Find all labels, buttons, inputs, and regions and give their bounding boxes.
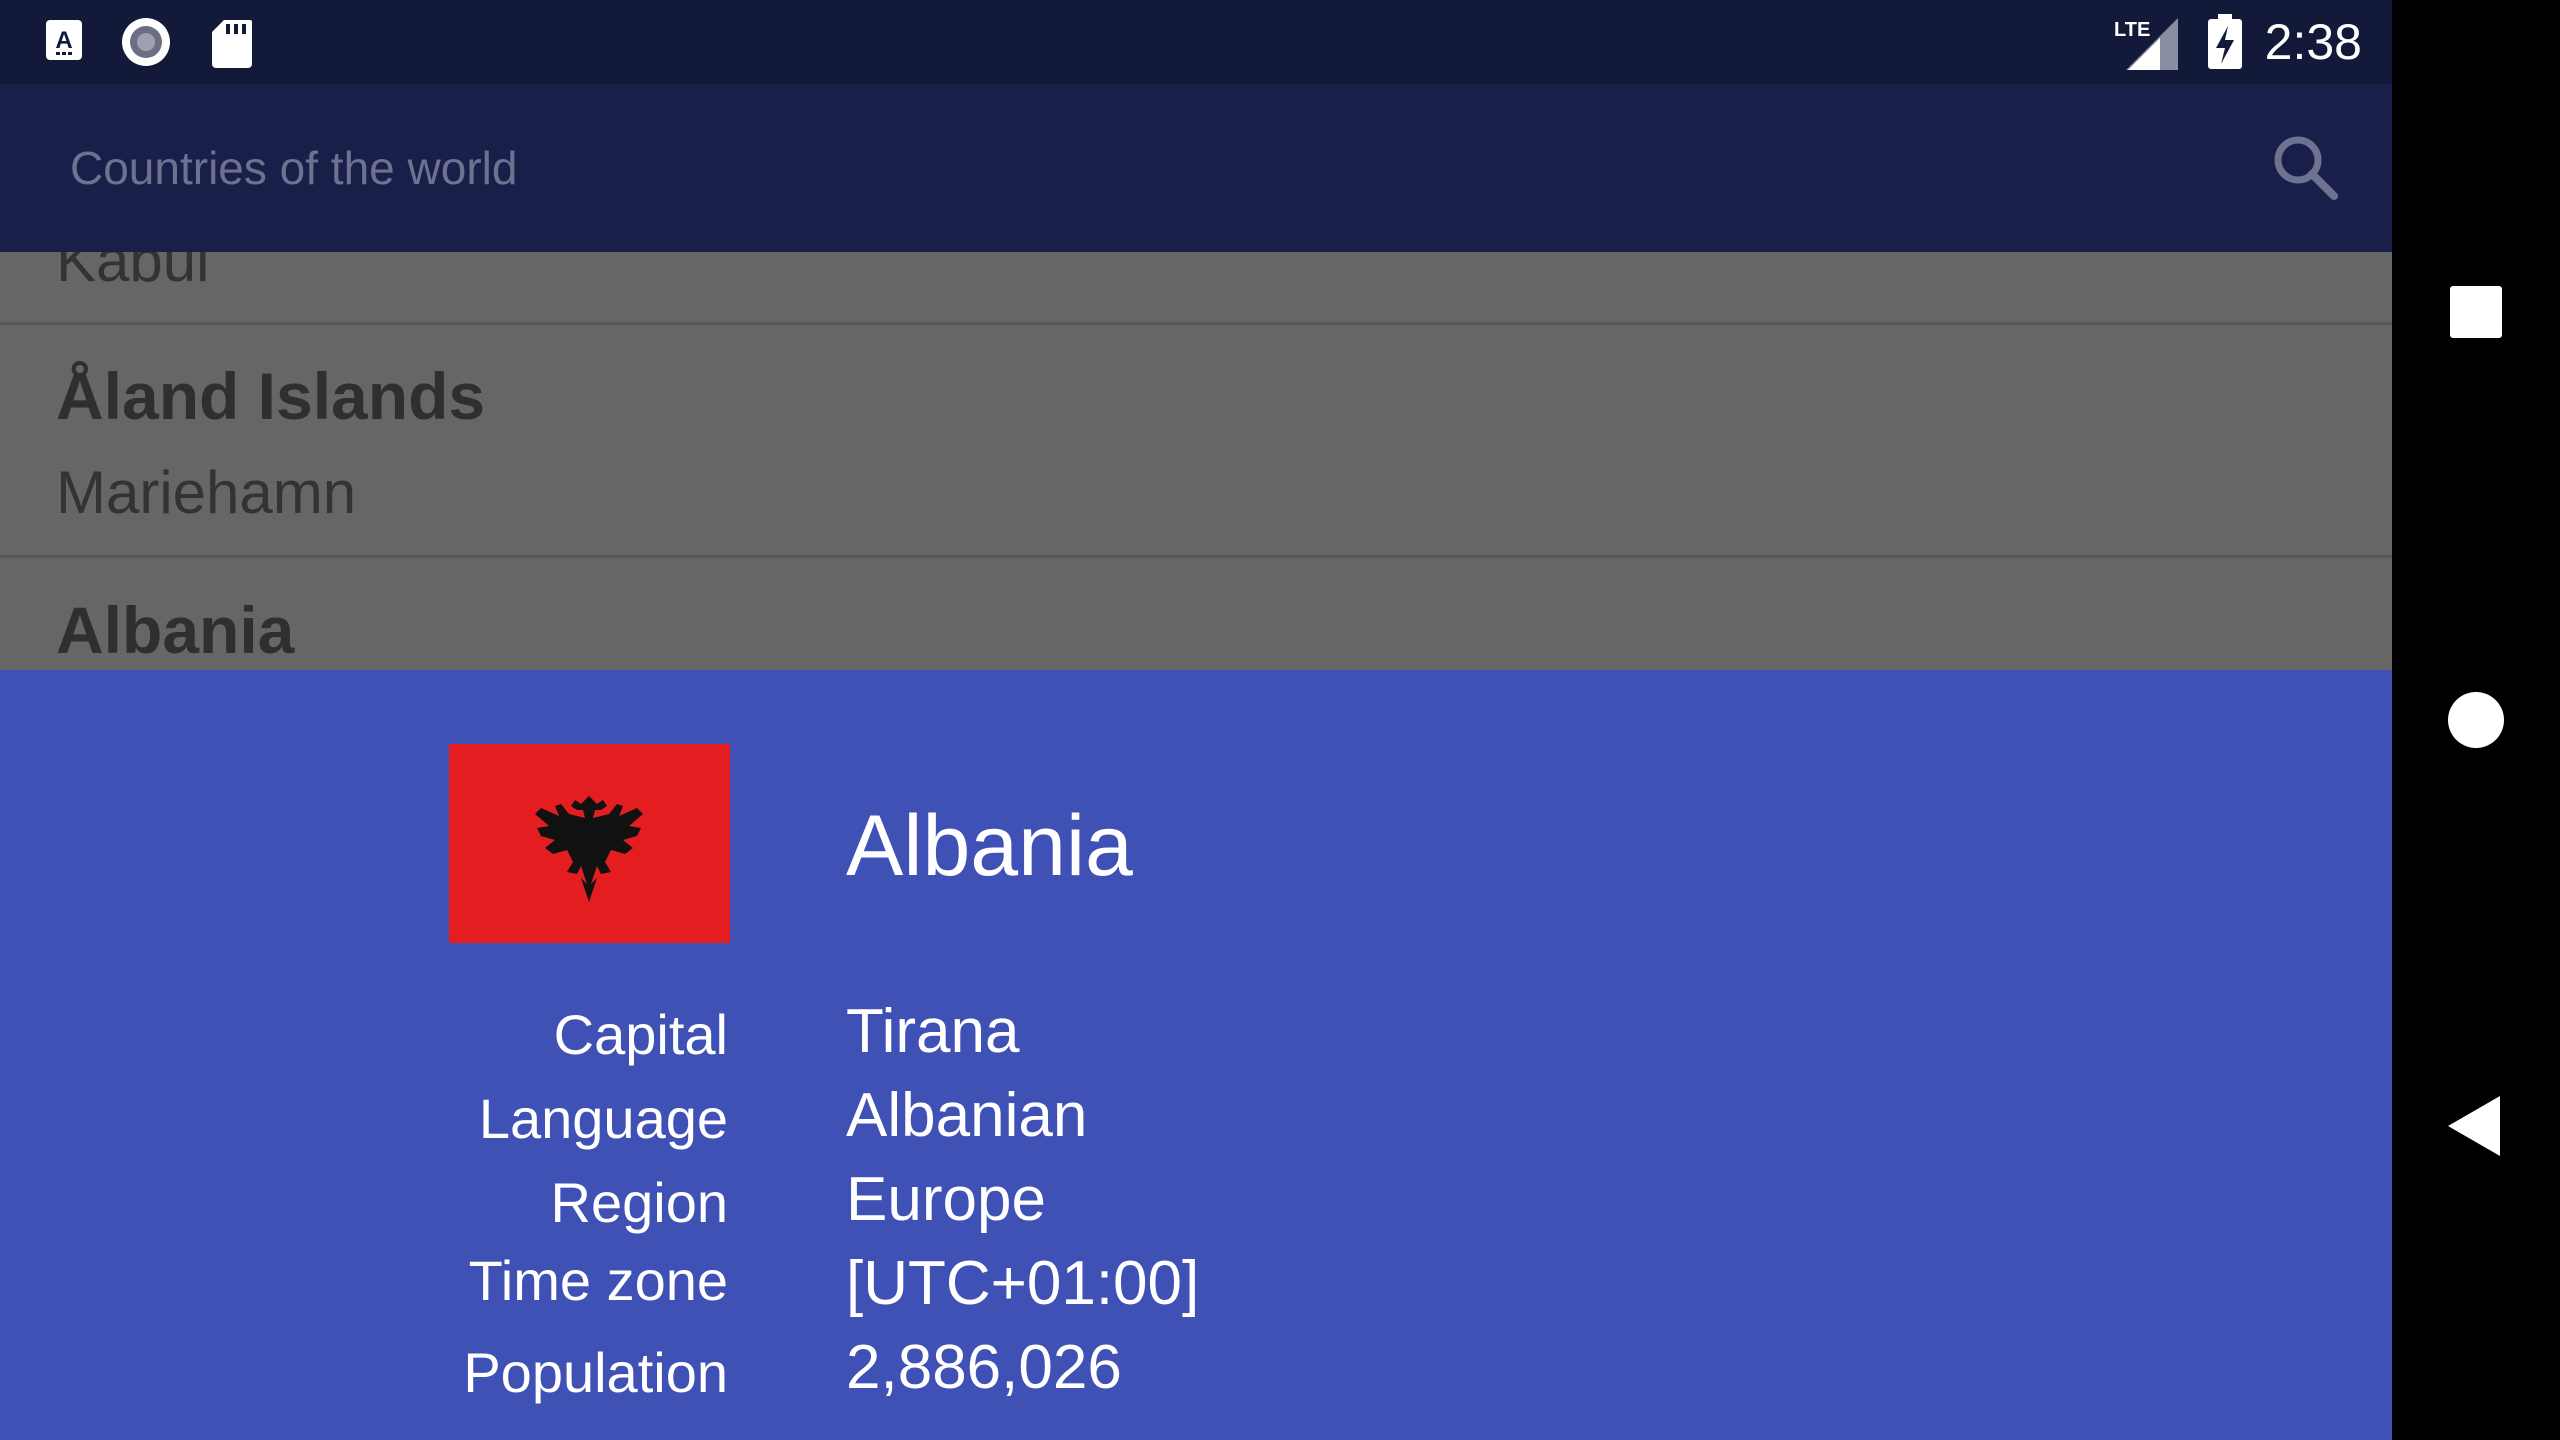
albania-flag-icon — [449, 744, 730, 943]
home-button[interactable] — [2436, 680, 2516, 765]
list-item-capital: Mariehamn — [56, 459, 357, 526]
country-list: Kabul Åland Islands Mariehamn Albania — [0, 252, 2392, 672]
country-detail-sheet: Albania Capital Tirana Language Albanian… — [0, 670, 2392, 1440]
overview-square-icon — [2436, 286, 2516, 356]
list-item-capital: Kabul — [56, 252, 210, 294]
back-triangle-icon — [2436, 1096, 2516, 1170]
status-time: 2:38 — [2264, 14, 2362, 70]
language-value: Albanian — [846, 1081, 1088, 1150]
search-icon — [2268, 136, 2344, 210]
time-zone-value: [UTC+01:00] — [846, 1249, 1200, 1318]
list-item[interactable]: Åland Islands Mariehamn — [0, 324, 2392, 558]
capital-value: Tirana — [846, 997, 1020, 1066]
list-item-name: Åland Islands — [56, 359, 486, 433]
country-title: Albania — [846, 798, 1133, 894]
region-value: Europe — [846, 1165, 1046, 1234]
population-value: 2,886,026 — [846, 1333, 1122, 1402]
a-keyboard-icon: A — [44, 18, 84, 67]
lte-signal-icon: LTE — [2112, 16, 2180, 77]
time-zone-label: Time zone — [468, 1249, 728, 1312]
app-title: Countries of the world — [70, 142, 518, 194]
capital-label: Capital — [553, 1003, 728, 1066]
record-icon — [120, 18, 172, 75]
list-item[interactable]: Kabul — [0, 252, 2392, 325]
list-item-name: Albania — [56, 593, 295, 667]
status-bar: A LTE 2:38 — [0, 0, 2392, 84]
home-circle-icon — [2436, 692, 2516, 764]
overview-button[interactable] — [2436, 272, 2516, 357]
language-label: Language — [478, 1087, 728, 1150]
back-button[interactable] — [2436, 1086, 2516, 1171]
battery-charging-icon — [2206, 14, 2244, 75]
svg-text:A: A — [55, 27, 72, 54]
sd-card-icon — [210, 18, 254, 75]
svg-text:LTE: LTE — [2114, 19, 2150, 41]
search-button[interactable] — [2268, 130, 2344, 206]
app-bar: Countries of the world — [0, 84, 2392, 252]
population-label: Population — [463, 1341, 728, 1404]
region-label: Region — [550, 1171, 728, 1234]
navigation-bar — [2392, 0, 2560, 1440]
list-item[interactable]: Albania — [0, 558, 2392, 672]
app-screen: A LTE 2:38 Countries of the world Kabul … — [0, 0, 2392, 1440]
